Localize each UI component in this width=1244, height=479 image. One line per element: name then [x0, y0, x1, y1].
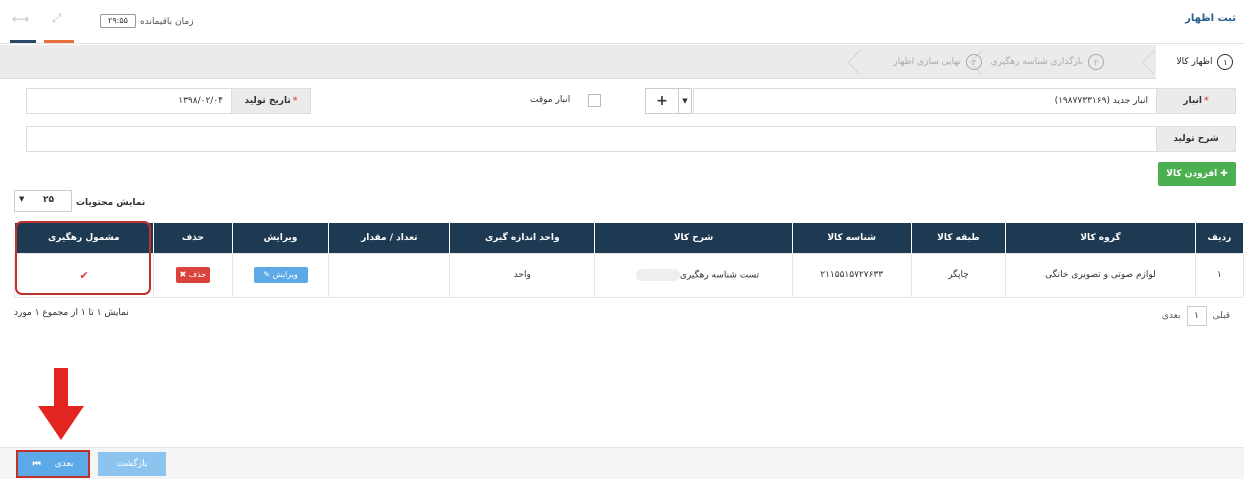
tab-indicator-orange — [44, 40, 74, 43]
cell-row: ۱ — [1194, 252, 1244, 298]
action-bar — [0, 447, 1244, 479]
table-summary: نمایش ۱ تا ۱ از مجموع ۱ مورد — [14, 308, 129, 318]
pager-next[interactable]: بعدی — [1162, 311, 1181, 321]
production-description-label: شرح تولید — [1156, 126, 1236, 152]
production-date-field[interactable]: ۱۳۹۸/۰۲/۰۴ — [26, 88, 232, 114]
wizard-step-declare-goods[interactable]: ۱ اظهار کالا — [1156, 45, 1244, 79]
back-button[interactable]: بازگشت — [98, 452, 166, 476]
cell-edit: ویرایش ✎ — [231, 252, 330, 298]
step-number: ۱ — [1217, 54, 1234, 70]
col-header-desc[interactable]: شرح کالا — [594, 223, 793, 253]
tracking-column-highlight — [15, 221, 151, 295]
cell-group: لوازم صوتی و تصویری خانگی — [1005, 252, 1196, 298]
wizard-step-upload-tracking[interactable]: ۲ بارگذاری شناسه رهگیری — [991, 45, 1104, 79]
col-header-row[interactable]: ردیف — [1195, 223, 1244, 253]
required-asterisk: * — [292, 96, 298, 106]
pager-current-page[interactable]: ۱ — [1186, 306, 1207, 326]
page-length-value: ۲۵ — [43, 195, 54, 205]
add-goods-label: افزودن کالا — [1166, 169, 1218, 179]
page-length-label: نمایش محتویات — [76, 198, 146, 208]
desc-text: تست شناسه رهگیری — [679, 270, 760, 281]
chevron-down-icon: ▼ — [19, 195, 25, 203]
cell-qty — [328, 252, 451, 298]
col-header-edit: ویرایش — [232, 223, 330, 253]
step-label: بارگذاری شناسه رهگیری — [990, 57, 1083, 67]
cell-delete: حذف ✖ — [153, 252, 233, 298]
wizard-steps: ۱ اظهار کالا ۲ بارگذاری شناسه رهگیری ۳ ن… — [0, 45, 1244, 79]
collapse-arrows-icon[interactable]: ⟷ — [12, 12, 29, 26]
step-label: نهایی سازی اظهار — [893, 57, 961, 67]
cell-id: ۲۱۱۵۵۱۵۷۲۷۶۳۳ — [791, 252, 912, 298]
tab-indicator-blue — [10, 40, 36, 43]
col-header-delete: حذف — [153, 223, 233, 253]
table-row: ۱ لوازم صوتی و تصویری خانگی چاپگر ۲۱۱۵۵۱… — [13, 252, 1244, 298]
page-title: ثبت اظهار — [1185, 13, 1236, 24]
add-warehouse-button[interactable]: + — [645, 88, 679, 114]
temp-warehouse-label: انبار موقت — [530, 95, 571, 105]
pager-prev[interactable]: قبلی — [1213, 311, 1231, 321]
pagination: قبلی ۱ بعدی — [1162, 306, 1230, 326]
cell-category: چاپگر — [910, 252, 1007, 298]
col-header-unit[interactable]: واحد اندازه گیری — [449, 223, 596, 253]
expand-icon[interactable]: ⤢ — [52, 11, 62, 26]
production-date-label-text: تاریخ تولید — [244, 96, 291, 106]
skip-next-icon: ⏮ — [32, 459, 41, 469]
delete-button[interactable]: حذف ✖ — [175, 267, 210, 283]
plus-icon: ✚ — [1220, 169, 1228, 179]
production-date-label: تاریخ تولید * — [231, 88, 311, 114]
cell-desc: تست شناسه رهگیری — [594, 252, 793, 298]
col-header-qty[interactable]: تعداد / مقدار — [328, 223, 451, 253]
step-number: ۲ — [1088, 54, 1104, 70]
delete-label: حذف — [188, 270, 207, 279]
wizard-step-finalize[interactable]: ۳ نهایی سازی اظهار — [893, 45, 982, 79]
step-number: ۳ — [966, 54, 982, 70]
warehouse-label-text: انبار — [1183, 96, 1202, 106]
table-header-row: ردیف گروه کالا طبقه کالا شناسه کالا شرح … — [14, 223, 1244, 253]
chevron-left-icon — [847, 49, 873, 75]
next-button[interactable]: بعدی ⏮ — [16, 450, 90, 478]
edit-label: ویرایش — [272, 270, 298, 279]
timer-value: ۲۹:۵۵ — [100, 14, 136, 28]
goods-table: ردیف گروه کالا طبقه کالا شناسه کالا شرح … — [13, 223, 1244, 298]
warehouse-select[interactable]: انبار جدید (۱۹۸۷۷۳۳۱۶۹) — [693, 88, 1157, 114]
page-length-select[interactable]: ▼ ۲۵ — [14, 190, 72, 212]
col-header-category[interactable]: طبقه کالا — [911, 223, 1007, 253]
close-icon: ✖ — [179, 270, 187, 279]
edit-icon: ✎ — [263, 270, 271, 279]
required-asterisk: * — [1203, 96, 1209, 106]
step-label: اظهار کالا — [1176, 57, 1213, 67]
red-down-arrow-icon — [38, 368, 84, 440]
timer-label: زمان باقیمانده — [140, 17, 194, 27]
next-label: بعدی — [54, 459, 74, 469]
col-header-id[interactable]: شناسه کالا — [792, 223, 912, 253]
col-header-group[interactable]: گروه کالا — [1005, 223, 1196, 253]
redacted-blur — [635, 269, 680, 281]
cell-unit: واحد — [449, 252, 596, 298]
chevron-down-icon[interactable]: ▼ — [678, 88, 692, 114]
add-goods-button[interactable]: افزودن کالا ✚ — [1158, 162, 1236, 186]
edit-button[interactable]: ویرایش ✎ — [253, 267, 308, 283]
production-description-field[interactable] — [26, 126, 1157, 152]
temp-warehouse-checkbox[interactable] — [588, 94, 601, 107]
warehouse-label: انبار * — [1156, 88, 1236, 114]
